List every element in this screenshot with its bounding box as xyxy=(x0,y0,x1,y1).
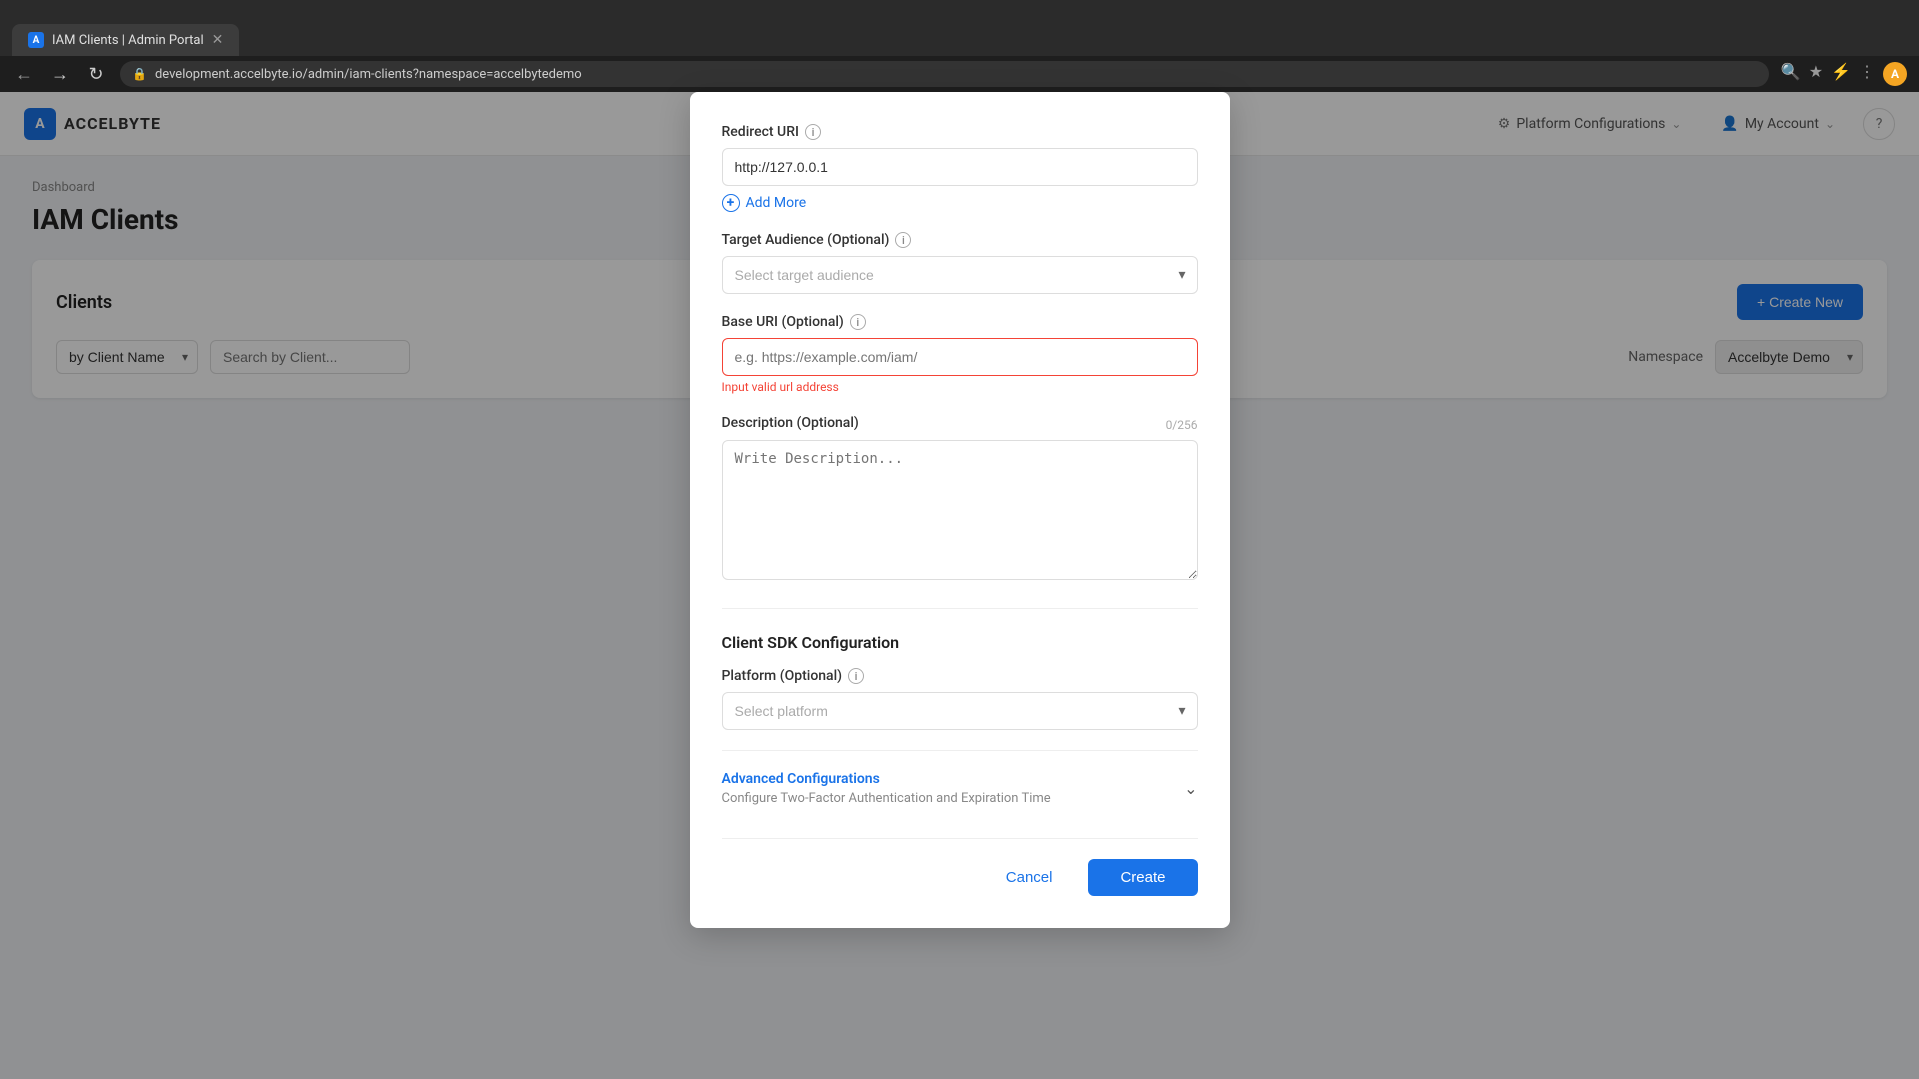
advanced-header[interactable]: Advanced Configurations Configure Two-Fa… xyxy=(722,771,1198,806)
description-char-count: 0/256 xyxy=(1166,418,1198,432)
description-header: Description (Optional) 0/256 xyxy=(722,414,1198,432)
advanced-header-text: Advanced Configurations Configure Two-Fa… xyxy=(722,771,1051,806)
plus-circle-icon: + xyxy=(722,194,740,212)
base-uri-group: Base URI (Optional) i Input valid url ad… xyxy=(722,314,1198,394)
menu-icon[interactable]: ⋮ xyxy=(1859,62,1875,86)
target-audience-label: Target Audience (Optional) i xyxy=(722,232,1198,248)
redirect-uri-label: Redirect URI i xyxy=(722,124,1198,140)
target-audience-group: Target Audience (Optional) i Select targ… xyxy=(722,232,1198,294)
forward-button[interactable]: → xyxy=(48,64,72,85)
description-label: Description (Optional) xyxy=(722,415,859,431)
target-audience-info-icon[interactable]: i xyxy=(895,232,911,248)
target-audience-select-wrap: Select target audience xyxy=(722,256,1198,294)
description-group: Description (Optional) 0/256 xyxy=(722,414,1198,584)
tab-close-icon[interactable]: ✕ xyxy=(212,32,224,48)
base-uri-input[interactable] xyxy=(722,338,1198,376)
sdk-section-title: Client SDK Configuration xyxy=(722,633,1198,652)
redirect-uri-group: Redirect URI i + Add More xyxy=(722,124,1198,212)
browser-tabs: A IAM Clients | Admin Portal ✕ xyxy=(12,0,239,56)
redirect-uri-input[interactable] xyxy=(722,148,1198,186)
reload-button[interactable]: ↻ xyxy=(84,64,108,85)
browser-chrome: A IAM Clients | Admin Portal ✕ xyxy=(0,0,1919,56)
target-audience-select[interactable]: Select target audience xyxy=(722,256,1198,294)
tab-favicon: A xyxy=(28,32,44,48)
base-uri-label: Base URI (Optional) i xyxy=(722,314,1198,330)
browser-actions: 🔍 ★ ⚡ ⋮ A xyxy=(1781,62,1907,86)
zoom-icon[interactable]: 🔍 xyxy=(1781,62,1801,86)
platform-group: Platform (Optional) i Select platform xyxy=(722,668,1198,730)
platform-select[interactable]: Select platform xyxy=(722,692,1198,730)
back-button[interactable]: ← xyxy=(12,64,36,85)
extension-icon[interactable]: ⚡ xyxy=(1831,62,1851,86)
base-uri-info-icon[interactable]: i xyxy=(850,314,866,330)
tab-title: IAM Clients | Admin Portal xyxy=(52,33,204,48)
lock-icon: 🔒 xyxy=(132,67,147,81)
advanced-chevron-icon: ⌄ xyxy=(1184,779,1197,798)
address-bar[interactable]: 🔒 development.accelbyte.io/admin/iam-cli… xyxy=(120,61,1769,87)
platform-select-wrap: Select platform xyxy=(722,692,1198,730)
bookmark-icon[interactable]: ★ xyxy=(1809,62,1823,86)
advanced-title: Advanced Configurations xyxy=(722,771,1051,787)
advanced-subtitle: Configure Two-Factor Authentication and … xyxy=(722,791,1051,806)
redirect-uri-info-icon[interactable]: i xyxy=(805,124,821,140)
address-text: development.accelbyte.io/admin/iam-clien… xyxy=(155,67,582,82)
add-more-button[interactable]: + Add More xyxy=(722,194,1198,212)
advanced-section: Advanced Configurations Configure Two-Fa… xyxy=(722,750,1198,806)
description-textarea[interactable] xyxy=(722,440,1198,580)
modal: Redirect URI i + Add More Target Audienc… xyxy=(690,92,1230,928)
create-button[interactable]: Create xyxy=(1088,859,1197,896)
platform-label: Platform (Optional) i xyxy=(722,668,1198,684)
base-uri-error: Input valid url address xyxy=(722,380,1198,394)
modal-overlay: Redirect URI i + Add More Target Audienc… xyxy=(0,92,1919,1079)
browser-user-avatar[interactable]: A xyxy=(1883,62,1907,86)
cancel-button[interactable]: Cancel xyxy=(982,859,1077,896)
app: A ACCELBYTE ⚙ Platform Configurations ⌄ … xyxy=(0,92,1919,1079)
browser-addressbar-row: ← → ↻ 🔒 development.accelbyte.io/admin/i… xyxy=(0,56,1919,92)
modal-footer: Cancel Create xyxy=(722,838,1198,896)
platform-info-icon[interactable]: i xyxy=(848,668,864,684)
section-divider xyxy=(722,608,1198,609)
browser-tab-active[interactable]: A IAM Clients | Admin Portal ✕ xyxy=(12,24,239,56)
